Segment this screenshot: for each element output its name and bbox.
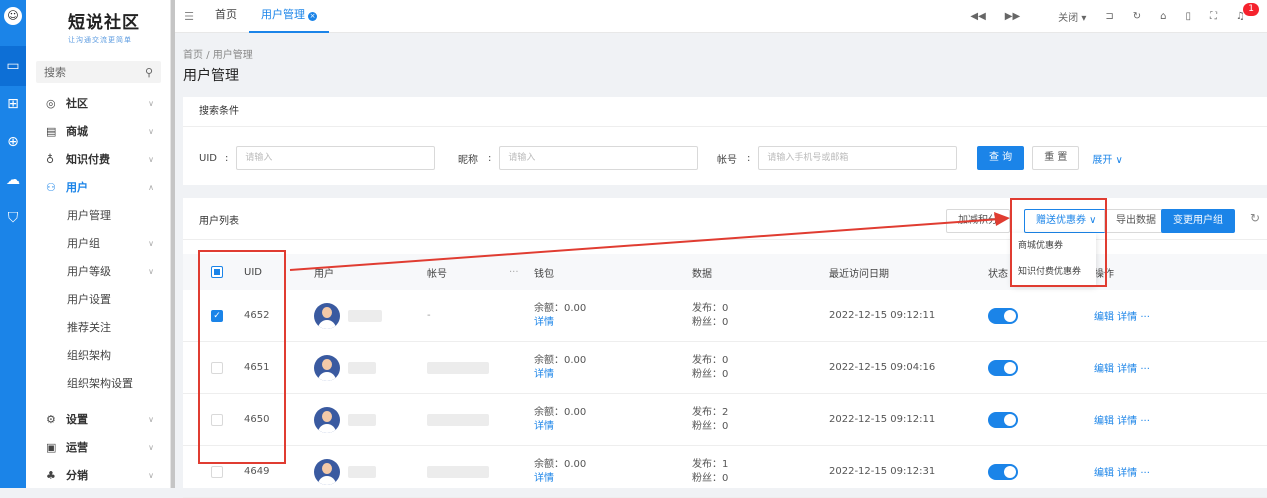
annotation-arrow <box>289 212 1010 271</box>
